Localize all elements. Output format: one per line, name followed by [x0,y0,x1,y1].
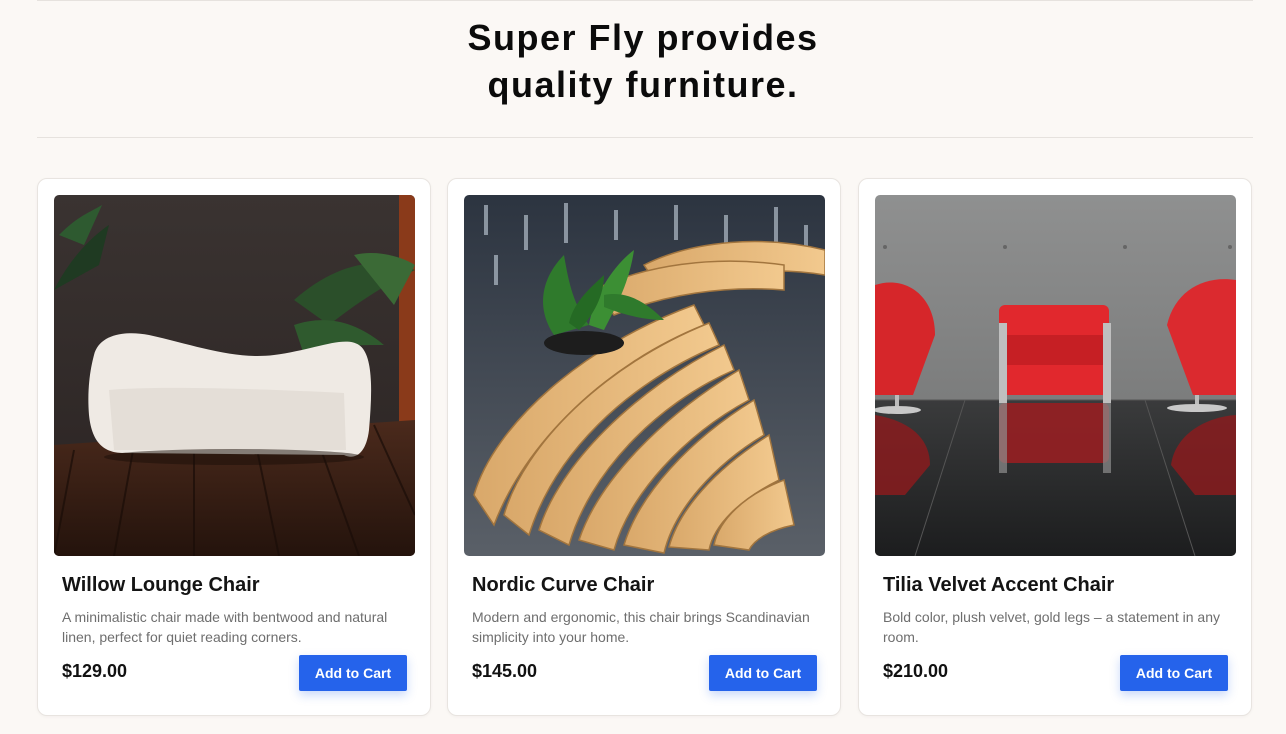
product-price: $129.00 [62,661,128,681]
headline-line-2: quality furniture. [487,64,799,105]
product-name[interactable]: Willow Lounge Chair [62,574,260,597]
product-description: Modern and ergonomic, this chair brings … [472,609,810,645]
product-card: Willow Lounge Chair A minimalistic chair… [37,178,431,716]
product-price: $210.00 [883,661,949,681]
product-grid: Willow Lounge Chair A minimalistic chair… [37,178,1253,716]
top-divider [37,0,1253,1]
product-card: Nordic Curve Chair Modern and ergonomic,… [447,178,841,716]
add-to-cart-button[interactable]: Add to Cart [1120,655,1228,691]
product-name[interactable]: Nordic Curve Chair [472,574,654,597]
product-image-wooden-bench[interactable] [464,195,825,556]
add-to-cart-button[interactable]: Add to Cart [299,655,407,691]
product-image-white-sofa[interactable] [54,195,415,556]
product-name[interactable]: Tilia Velvet Accent Chair [883,574,1114,597]
product-card: Tilia Velvet Accent Chair Bold color, pl… [858,178,1252,716]
headline-line-1: Super Fly provides [467,17,819,58]
product-image-red-armchairs[interactable] [875,195,1236,556]
headline-divider [37,137,1253,138]
product-description: Bold color, plush velvet, gold legs – a … [883,609,1220,645]
product-description: A minimalistic chair made with bentwood … [62,609,388,645]
page-headline: Super Fly provides quality furniture. [0,14,1286,108]
page: Super Fly provides quality furniture. Wi… [0,0,1286,734]
add-to-cart-button[interactable]: Add to Cart [709,655,817,691]
product-price: $145.00 [472,661,538,681]
